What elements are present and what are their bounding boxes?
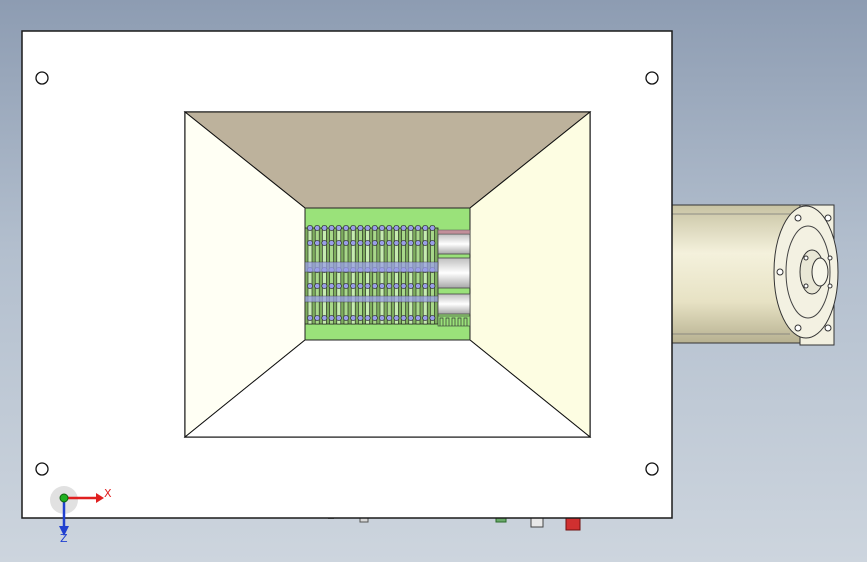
blade-tooth	[429, 240, 436, 246]
blade-tooth	[415, 315, 421, 321]
blade-tooth	[400, 240, 407, 246]
blade-tooth	[429, 225, 436, 231]
blade-tooth	[371, 315, 378, 321]
blade-tooth	[328, 225, 335, 231]
blade-tooth	[307, 315, 313, 321]
blade-tooth	[386, 225, 393, 231]
blade-tooth	[343, 315, 349, 321]
blade-tooth	[321, 240, 328, 246]
shredder-chamber[interactable]	[304, 207, 471, 341]
mounting-hole-top-right	[645, 71, 659, 85]
blade-tooth	[393, 225, 400, 231]
gear-rack	[437, 315, 471, 327]
blade-tooth	[429, 315, 436, 321]
blade-tooth	[407, 283, 414, 289]
blade-tooth	[343, 240, 349, 246]
blade-tooth	[321, 315, 328, 321]
blade-tooth	[335, 225, 342, 231]
blade-tooth	[393, 240, 400, 246]
blade-tooth	[328, 283, 335, 289]
blade-tooth	[422, 315, 429, 321]
blade-tooth	[364, 283, 371, 289]
blade-tooth	[364, 315, 371, 321]
blade-tooth	[422, 240, 429, 246]
blade-tooth	[407, 240, 414, 246]
mounting-hole-bottom-left	[35, 462, 49, 476]
blade-tooth	[314, 283, 321, 289]
blade-tooth	[407, 225, 414, 231]
blade-tooth	[307, 283, 313, 289]
blade-tooth	[429, 283, 436, 289]
blade-tooth	[415, 225, 421, 231]
blade-tooth	[335, 283, 342, 289]
blade-tooth	[328, 240, 335, 246]
blade-tooth	[379, 283, 385, 289]
blade-tooth	[422, 283, 429, 289]
blade-tooth	[314, 225, 321, 231]
blade-tooth	[314, 315, 321, 321]
blade-tooth	[386, 240, 393, 246]
blade-tooth	[350, 225, 357, 231]
blade-tooth	[379, 240, 385, 246]
blade-tooth	[321, 225, 328, 231]
blade-tooth	[379, 315, 385, 321]
blade-tooth	[386, 283, 393, 289]
blade-tooth	[335, 315, 342, 321]
blade-tooth	[407, 315, 414, 321]
blade-tooth	[357, 283, 364, 289]
blade-tooth	[364, 225, 371, 231]
blade-tooth	[307, 240, 313, 246]
blade-tooth	[400, 315, 407, 321]
blade-tooth	[357, 225, 364, 231]
blade-tooth	[314, 240, 321, 246]
triad-x-label: X	[104, 487, 112, 500]
blade-tooth	[422, 225, 429, 231]
blade-tooth	[328, 315, 335, 321]
blade-tooth	[343, 283, 349, 289]
blade-spacer	[304, 295, 439, 303]
motor-assembly[interactable]	[671, 204, 839, 346]
blade-tooth	[357, 315, 364, 321]
upper-shaft	[437, 233, 471, 255]
blade-tooth	[350, 240, 357, 246]
blade-tooth	[371, 283, 378, 289]
blade-tooth	[321, 283, 328, 289]
blade-spacer	[304, 261, 439, 273]
mounting-hole-bottom-right	[645, 462, 659, 476]
mounting-hole-top-left	[35, 71, 49, 85]
blade-tooth	[371, 240, 378, 246]
triad-z-label: Z	[60, 532, 68, 545]
blade-tooth	[350, 283, 357, 289]
blade-tooth	[350, 315, 357, 321]
blade-tooth	[400, 283, 407, 289]
blade-tooth	[343, 225, 349, 231]
cad-viewport[interactable]: X Z	[0, 0, 867, 562]
blade-tooth	[335, 240, 342, 246]
blade-tooth	[415, 283, 421, 289]
blade-tooth	[379, 225, 385, 231]
blade-tooth	[386, 315, 393, 321]
blade-tooth	[307, 225, 313, 231]
blade-tooth	[400, 225, 407, 231]
blade-tooth	[415, 240, 421, 246]
blade-tooth	[393, 283, 400, 289]
blade-tooth	[371, 225, 378, 231]
blade-tooth	[393, 315, 400, 321]
blade-tooth	[357, 240, 364, 246]
lower-shaft	[437, 293, 471, 315]
blade-tooth	[364, 240, 371, 246]
